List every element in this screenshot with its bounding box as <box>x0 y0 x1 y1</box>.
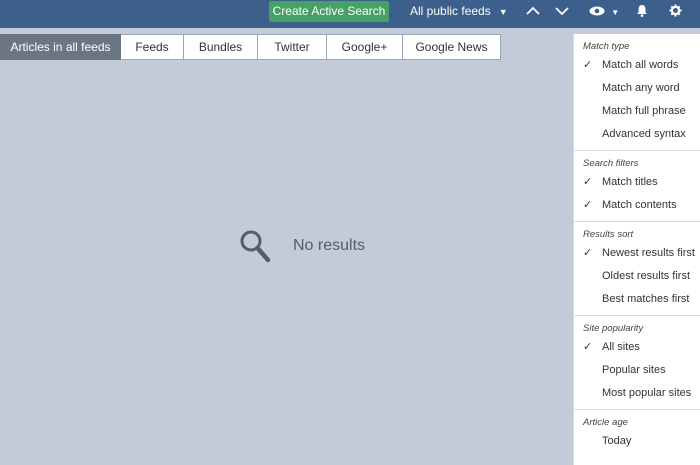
no-results-message: No results <box>293 237 366 254</box>
option-label: Match titles <box>602 176 658 188</box>
option-oldest-results-first[interactable]: Oldest results first <box>574 265 700 288</box>
option-all-sites[interactable]: ✓ All sites <box>574 336 700 359</box>
check-icon: ✓ <box>583 199 593 211</box>
check-icon: ✓ <box>583 59 593 71</box>
check-icon: ✓ <box>583 341 593 353</box>
option-label: Match full phrase <box>602 105 686 117</box>
feeds-dropdown[interactable]: All public feeds ▼ <box>410 0 508 22</box>
option-popular-sites[interactable]: Popular sites <box>574 359 700 382</box>
empty-state: No results <box>239 229 365 263</box>
tab-bundles[interactable]: Bundles <box>184 34 258 60</box>
tab-feeds[interactable]: Feeds <box>121 34 184 60</box>
option-most-popular-sites[interactable]: Most popular sites <box>574 382 700 405</box>
tab-google-news[interactable]: Google News <box>403 34 501 60</box>
section-title-article-age: Article age <box>583 417 628 428</box>
section-title-search-filters: Search filters <box>583 158 639 169</box>
option-label: Advanced syntax <box>602 128 686 140</box>
check-icon: ✓ <box>583 176 593 188</box>
option-best-matches-first[interactable]: Best matches first <box>574 288 700 311</box>
option-label: Oldest results first <box>602 270 691 282</box>
option-label: Most popular sites <box>602 387 692 399</box>
section-title-match-type: Match type <box>583 41 630 52</box>
tab-articles-in-all-feeds[interactable]: Articles in all feeds <box>0 34 121 60</box>
option-today[interactable]: Today <box>574 430 700 453</box>
option-label: Match all words <box>602 59 679 71</box>
chevron-down-icon: ▼ <box>611 8 620 17</box>
tab-twitter[interactable]: Twitter <box>258 34 327 60</box>
create-active-search-button[interactable]: Create Active Search <box>269 1 389 22</box>
section-title-site-popularity: Site popularity <box>583 323 644 334</box>
top-bar: Create Active Search All public feeds ▼ ▼ <box>0 0 700 28</box>
chevron-down-icon[interactable] <box>553 0 571 22</box>
chevron-up-icon[interactable] <box>524 0 542 22</box>
option-newest-results-first[interactable]: ✓ Newest results first <box>574 242 700 265</box>
source-tabs: Articles in all feeds Feeds Bundles Twit… <box>0 34 501 60</box>
option-label: Newest results first <box>602 247 695 259</box>
option-label: Match any word <box>602 82 680 94</box>
option-label: Best matches first <box>602 293 690 305</box>
option-match-all-words[interactable]: ✓ Match all words <box>574 54 700 77</box>
eye-icon[interactable]: ▼ <box>588 0 620 22</box>
option-label: Match contents <box>602 199 677 211</box>
gear-icon[interactable] <box>666 0 684 22</box>
bell-icon[interactable] <box>634 0 650 22</box>
option-match-full-phrase[interactable]: Match full phrase <box>574 100 700 123</box>
option-label: Today <box>602 435 632 447</box>
chevron-down-icon: ▼ <box>498 7 508 17</box>
option-label: Popular sites <box>602 364 666 376</box>
check-icon: ✓ <box>583 247 593 259</box>
option-advanced-syntax[interactable]: Advanced syntax <box>574 123 700 146</box>
option-match-contents[interactable]: ✓ Match contents <box>574 194 700 217</box>
section-title-results-sort: Results sort <box>583 229 634 240</box>
option-match-any-word[interactable]: Match any word <box>574 77 700 100</box>
option-label: All sites <box>602 341 640 353</box>
search-icon <box>240 230 271 263</box>
search-options-panel: Match type ✓ Match all words Match any wo… <box>573 34 700 465</box>
tab-google-plus[interactable]: Google+ <box>327 34 403 60</box>
feeds-dropdown-label: All public feeds <box>410 4 491 18</box>
option-match-titles[interactable]: ✓ Match titles <box>574 171 700 194</box>
